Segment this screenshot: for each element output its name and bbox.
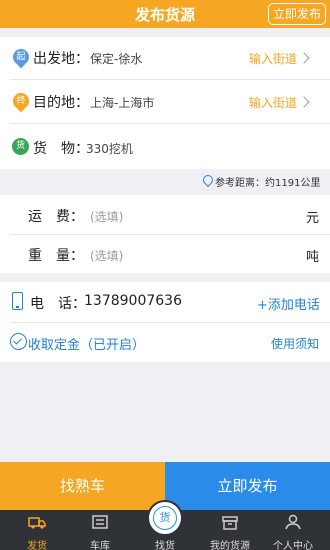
tab-label: 个人中心	[273, 541, 313, 550]
destination-pin-icon: 终	[9, 89, 33, 113]
weight-input[interactable]: (选填)	[90, 247, 123, 264]
top-header: 发布货源 立即发布	[0, 0, 330, 28]
origin-pin-icon: 起	[9, 45, 33, 69]
distance-info: 参考距离：约1191公里	[0, 169, 330, 195]
usage-notice-link[interactable]: 使用须知	[271, 335, 319, 352]
tab-garage[interactable]: 车库	[67, 510, 133, 550]
find-cargo-center-button[interactable]: 货	[147, 500, 183, 536]
weight-row[interactable]: 重 量： (选填) 吨	[0, 235, 330, 273]
deposit-label: 收取定金（已开启）	[28, 338, 146, 353]
freight-label: 运 费：	[28, 209, 84, 225]
cargo-search-icon: 货	[153, 506, 177, 530]
goods-label: 货 物：	[33, 141, 89, 157]
tab-label: 找货	[155, 541, 175, 550]
freight-unit: 元	[306, 211, 320, 226]
destination-label: 目的地：	[33, 95, 89, 111]
publish-now-header-button[interactable]: 立即发布	[267, 3, 326, 25]
tab-label: 车库	[90, 541, 110, 550]
origin-row[interactable]: 起 出发地： 保定-徐水 输入街道	[0, 37, 330, 79]
chevron-right-icon	[298, 96, 310, 108]
truck-icon	[28, 517, 46, 529]
tab-deliver[interactable]: 发货	[4, 510, 70, 550]
tab-my-cargo[interactable]: 我的货源	[197, 510, 263, 550]
publish-now-button[interactable]: 立即发布	[165, 462, 330, 510]
phone-row[interactable]: 电 话： 13789007636 +添加电话	[0, 282, 330, 322]
fees-card: 运 费： (选填) 元 重 量： (选填) 吨	[0, 195, 330, 273]
goods-icon: 货	[12, 138, 29, 155]
tab-profile[interactable]: 个人中心	[260, 510, 326, 550]
route-card: 起 出发地： 保定-徐水 输入街道 终 目的地： 上海-上海市 输入街道 货 货…	[0, 37, 330, 169]
phone-icon	[12, 292, 23, 310]
phone-value: 13789007636	[84, 293, 182, 309]
garage-icon	[92, 515, 108, 529]
origin-label: 出发地：	[33, 51, 89, 67]
check-circle-icon[interactable]	[10, 333, 27, 350]
tab-label: 我的货源	[210, 541, 250, 550]
destination-street-link[interactable]: 输入街道	[249, 94, 297, 111]
phone-label: 电 话：	[30, 296, 86, 312]
location-pin-icon	[200, 172, 216, 188]
goods-value: 330挖机	[86, 142, 133, 156]
freight-row[interactable]: 运 费： (选填) 元	[0, 195, 330, 234]
deposit-row[interactable]: 收取定金（已开启） 使用须知	[0, 323, 330, 362]
find-familiar-truck-button[interactable]: 找熟车	[0, 462, 165, 510]
origin-street-link[interactable]: 输入街道	[249, 50, 297, 67]
origin-value: 保定-徐水	[90, 52, 143, 66]
tab-label: 发货	[27, 541, 47, 550]
weight-label: 重 量：	[28, 248, 84, 264]
freight-input[interactable]: (选填)	[90, 208, 123, 225]
destination-row[interactable]: 终 目的地： 上海-上海市 输入街道	[0, 80, 330, 123]
person-icon	[285, 514, 301, 530]
add-phone-button[interactable]: +添加电话	[257, 294, 320, 313]
goods-row[interactable]: 货 货 物： 330挖机	[0, 124, 330, 169]
distance-text: 参考距离：约1191公里	[215, 178, 321, 189]
weight-unit: 吨	[306, 250, 320, 265]
contact-card: 电 话： 13789007636 +添加电话 收取定金（已开启） 使用须知	[0, 282, 330, 362]
destination-value: 上海-上海市	[90, 96, 155, 110]
chevron-right-icon	[298, 52, 310, 64]
box-icon	[222, 516, 238, 530]
